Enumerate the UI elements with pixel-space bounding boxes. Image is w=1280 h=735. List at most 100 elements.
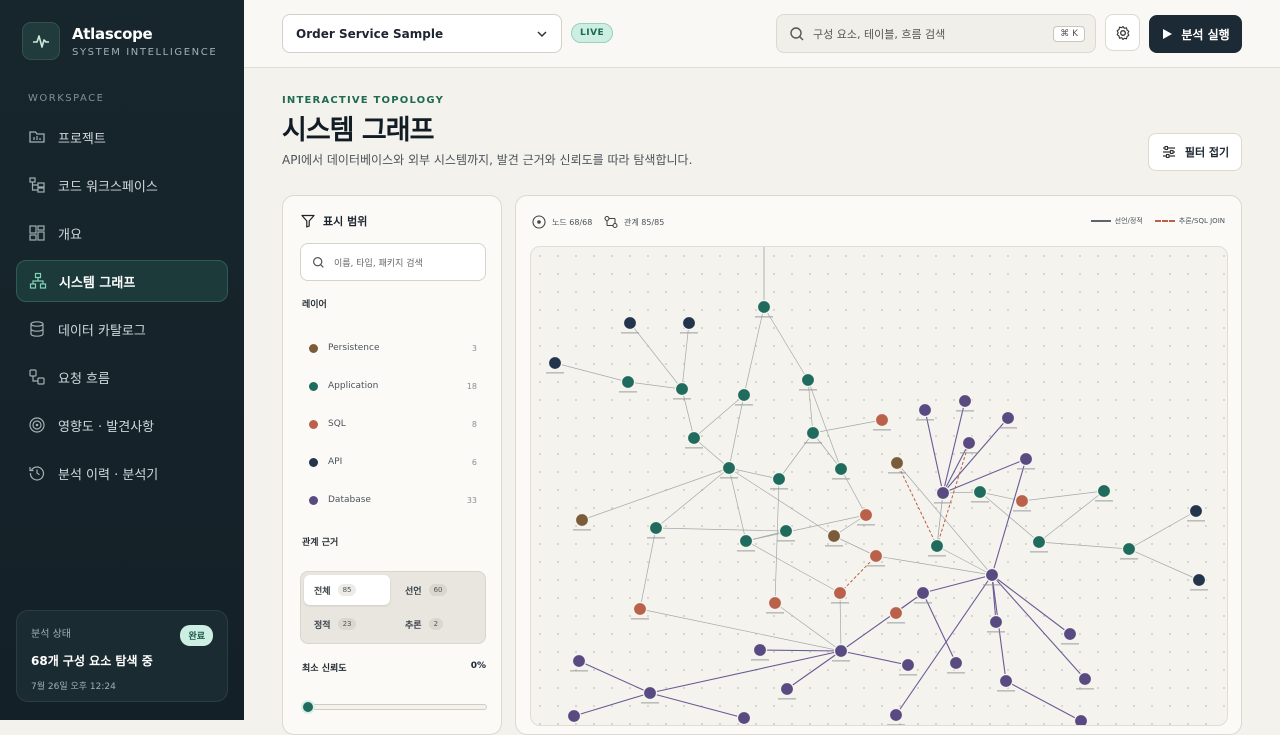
brand[interactable]: Atlascope SYSTEM INTELLIGENCE [22,22,217,60]
graph-node[interactable] [632,601,648,617]
graph-node[interactable] [571,653,587,669]
layer-name: Application [328,381,379,391]
graph-node[interactable] [771,471,787,487]
layer-filter-api[interactable]: API 6 [309,457,477,467]
graph-node[interactable] [767,595,783,611]
graph-node[interactable] [805,425,821,441]
sidebar-item-code-workspace[interactable]: 코드 워크스페이스 [16,164,228,206]
graph-node[interactable] [833,643,849,659]
graph-edge [991,574,1071,635]
graph-node-label [987,631,1005,633]
topology-graph[interactable] [531,247,1228,726]
graph-node[interactable] [778,523,794,539]
graph-node[interactable] [648,520,664,536]
graph-node[interactable] [566,708,582,724]
graph-node[interactable] [752,642,768,658]
layer-filter-sql[interactable]: SQL 8 [309,419,477,429]
graph-node[interactable] [917,402,933,418]
graph-node[interactable] [915,585,931,601]
sliders-icon [1162,145,1175,159]
layer-filter-database[interactable]: Database 33 [309,495,477,505]
global-search-input[interactable]: 구성 요소, 테이블, 흐름 검색 ⌘ K [776,14,1096,53]
graph-node[interactable] [984,567,1000,583]
relation-option-inferred[interactable]: 추론 2 [395,609,481,639]
sidebar-item-impact-findings[interactable]: 영향도 · 발견사항 [16,404,228,446]
graph-node[interactable] [779,681,795,697]
sidebar-nav: 프로젝트 코드 워크스페이스 개요 시스템 그래프 데이터 카탈로그 요청 흐름… [16,116,228,500]
graph-node[interactable] [738,533,754,549]
sidebar-item-request-flow[interactable]: 요청 흐름 [16,356,228,398]
graph-node[interactable] [1018,451,1034,467]
graph-node[interactable] [1096,483,1112,499]
graph-node[interactable] [1000,410,1016,426]
analysis-status-card: 분석 상태 완료 68개 구성 요소 탐색 중 7월 26일 오후 12:24 [16,610,228,702]
graph-node[interactable] [1077,671,1093,687]
graph-node[interactable] [574,512,590,528]
graph-node-label [887,724,905,725]
confidence-slider-handle[interactable] [301,700,315,714]
graph-node[interactable] [833,461,849,477]
graph-node[interactable] [800,372,816,388]
graph-node[interactable] [1031,534,1047,550]
confidence-slider[interactable] [301,700,487,714]
sidebar-item-data-catalog[interactable]: 데이터 카탈로그 [16,308,228,350]
graph-node[interactable] [832,585,848,601]
graph-node[interactable] [721,460,737,476]
graph-node[interactable] [998,673,1014,689]
relation-option-static[interactable]: 정적 23 [304,609,390,639]
edge-legend: 선언/정적 추론/SQL JOIN [1090,216,1225,226]
graph-node[interactable] [858,507,874,523]
graph-node[interactable] [686,430,702,446]
graph-node[interactable] [1014,493,1030,509]
graph-node[interactable] [888,605,904,621]
layer-filter-persistence[interactable]: Persistence 3 [309,343,477,353]
graph-edge [807,379,814,434]
graph-node[interactable] [988,614,1004,630]
graph-node[interactable] [972,484,988,500]
graph-node[interactable] [900,657,916,673]
graph-node[interactable] [826,528,842,544]
graph-node[interactable] [1062,626,1078,642]
graph-node[interactable] [756,299,772,315]
relation-option-declared[interactable]: 선언 60 [395,575,481,605]
graph-node[interactable] [736,387,752,403]
project-select[interactable]: Order Service Sample [282,14,562,53]
graph-node[interactable] [868,548,884,564]
graph-node[interactable] [874,412,890,428]
graph-node[interactable] [889,455,905,471]
graph-node[interactable] [1188,503,1204,519]
graph-node[interactable] [1191,572,1207,588]
layer-filter-application[interactable]: Application 18 [309,381,477,391]
filter-collapse-button[interactable]: 필터 접기 [1148,133,1242,171]
graph-node[interactable] [620,374,636,390]
sidebar-item-overview[interactable]: 개요 [16,212,228,254]
settings-button[interactable] [1105,14,1140,51]
graph-node[interactable] [1121,541,1137,557]
node-search-input[interactable]: 이름, 타입, 패키지 검색 [300,243,486,281]
graph-edge [763,306,809,381]
layer-count: 8 [471,419,477,429]
graph-edge [639,527,657,610]
graph-node[interactable] [674,381,690,397]
sidebar-item-analysis-history[interactable]: 분석 이력 · 분석기 [16,452,228,494]
graph-node[interactable] [736,710,752,725]
layer-color-dot [309,457,318,467]
sidebar-item-system-graph[interactable]: 시스템 그래프 [16,260,228,302]
run-analysis-button[interactable]: 분석 실행 [1149,15,1242,53]
graph-node-label [857,524,875,526]
sidebar-item-projects[interactable]: 프로젝트 [16,116,228,158]
graph-edge [839,592,842,652]
graph-canvas[interactable] [530,246,1228,726]
graph-node[interactable] [957,393,973,409]
graph-node-label [1061,643,1079,645]
graph-node[interactable] [622,315,638,331]
graph-node[interactable] [961,435,977,451]
graph-node[interactable] [681,315,697,331]
relation-option-all[interactable]: 전체 85 [304,575,390,605]
graph-node[interactable] [948,655,964,671]
graph-node[interactable] [935,485,951,501]
graph-node[interactable] [547,355,563,371]
graph-node[interactable] [929,538,945,554]
graph-node[interactable] [1073,713,1089,727]
graph-node[interactable] [642,685,658,701]
